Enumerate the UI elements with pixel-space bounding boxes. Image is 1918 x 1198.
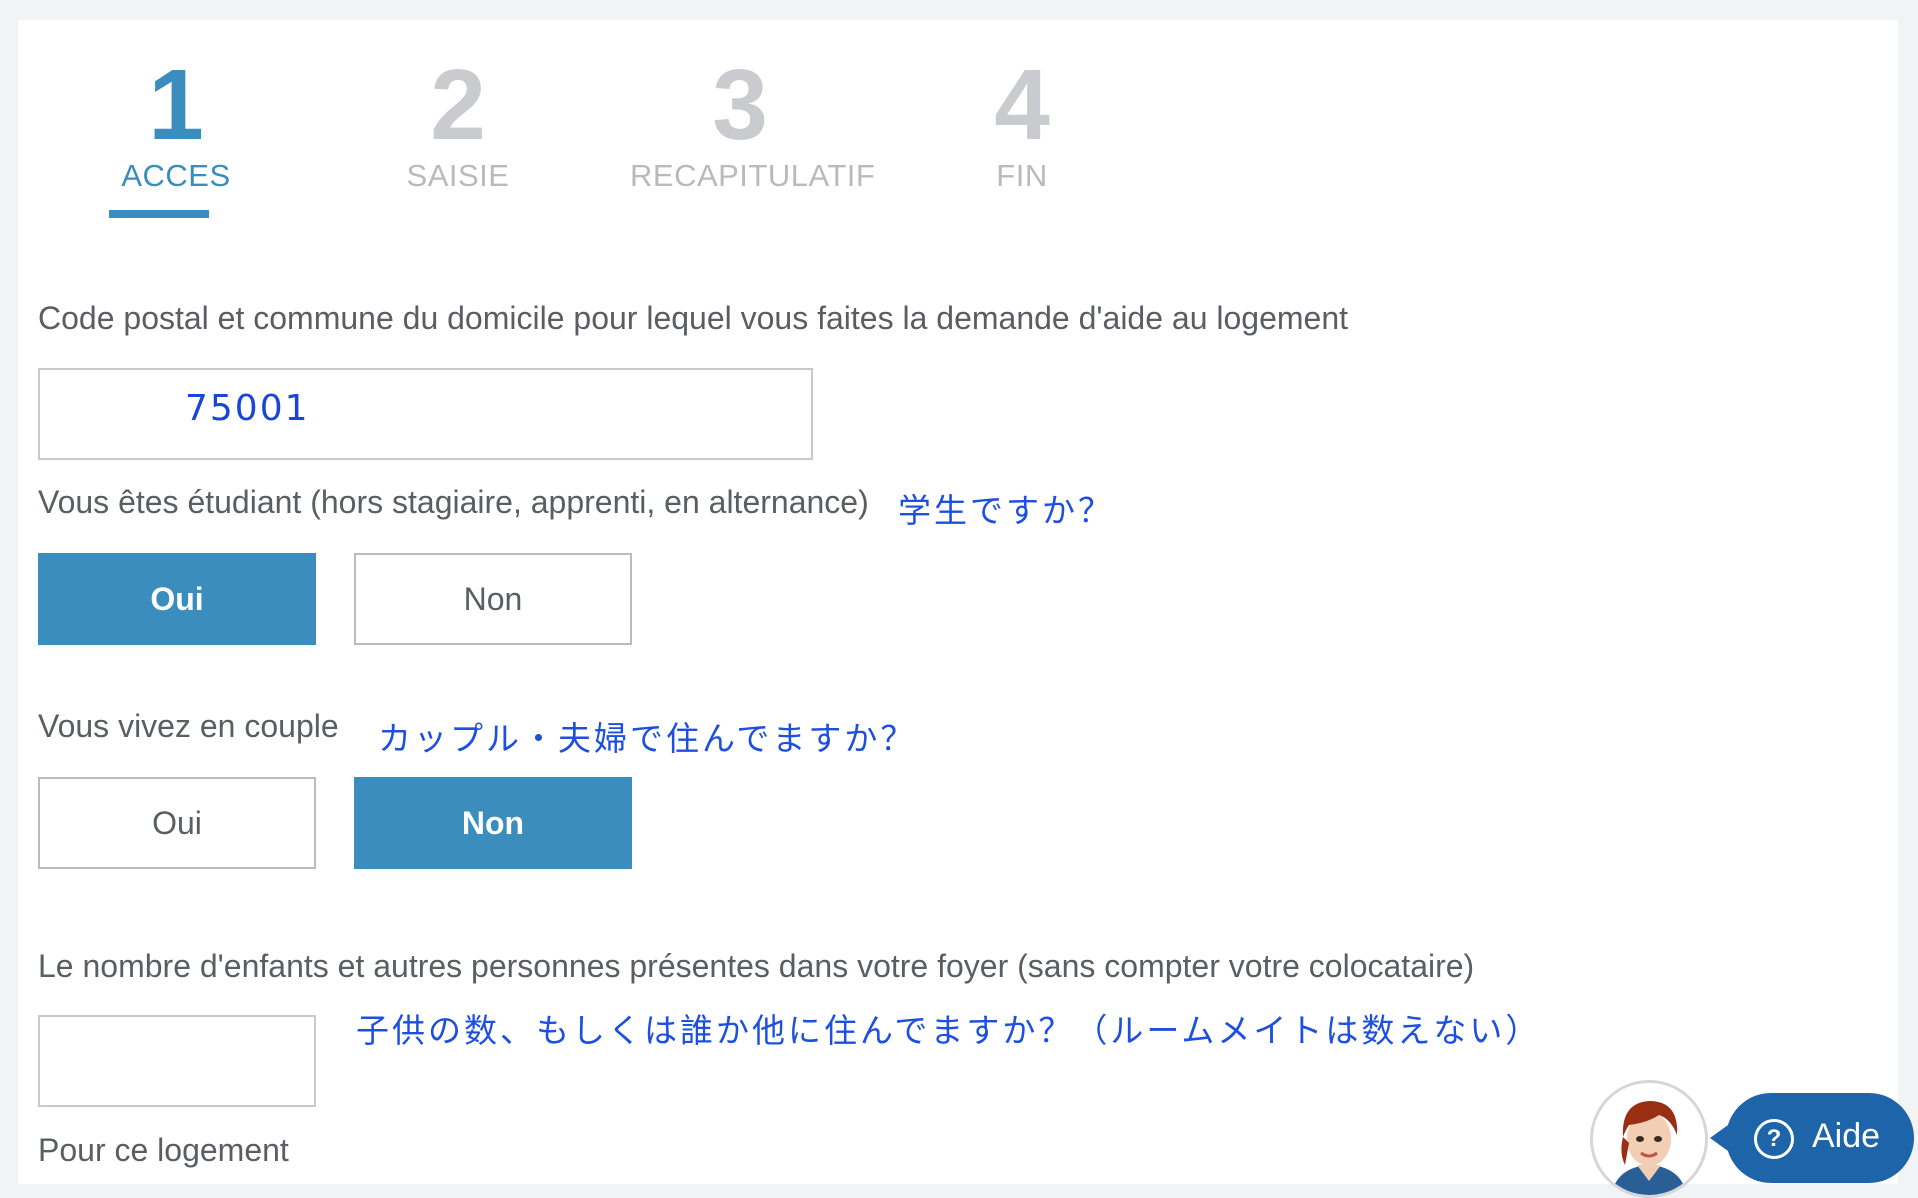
step-saisie[interactable]: 2 SAISIE bbox=[348, 50, 568, 194]
couple-question-label: Vous vivez en couple bbox=[38, 708, 339, 744]
postal-code-label: Code postal et commune du domicile pour … bbox=[38, 300, 1349, 336]
help-bubble-tail bbox=[1710, 1125, 1728, 1151]
step-number: 4 bbox=[994, 49, 1050, 161]
couple-annotation: カップル・夫婦で住んでますか？ bbox=[378, 719, 917, 758]
couple-no-button[interactable]: Non bbox=[354, 777, 632, 869]
help-button-label: Aide bbox=[1812, 1117, 1881, 1155]
step-label: SAISIE bbox=[406, 158, 510, 193]
couple-yes-button[interactable]: Oui bbox=[38, 777, 316, 869]
student-yes-button[interactable]: Oui bbox=[38, 553, 316, 645]
household-question-label: Le nombre d'enfants et autres personnes … bbox=[38, 948, 1475, 984]
student-question-label: Vous êtes étudiant (hors stagiaire, appr… bbox=[38, 484, 869, 520]
student-no-button[interactable]: Non bbox=[354, 553, 632, 645]
step-number: 3 bbox=[712, 49, 768, 161]
help-button[interactable]: ? Aide bbox=[1710, 1093, 1914, 1183]
step-label: RECAPITULATIF bbox=[630, 158, 876, 193]
step-number: 1 bbox=[148, 49, 204, 161]
step-label: FIN bbox=[996, 158, 1048, 193]
step-number: 2 bbox=[430, 49, 486, 161]
step-recapitulatif[interactable]: 3 RECAPITULATIF bbox=[630, 49, 876, 194]
assistant-avatar[interactable] bbox=[1590, 1080, 1708, 1198]
student-annotation: 学生ですか？ bbox=[898, 491, 1114, 530]
form-card: 1 ACCES 2 SAISIE 3 RECAPITULATIF 4 FIN C… bbox=[18, 20, 1898, 1184]
household-annotation: 子供の数、もしくは誰か他に住んでますか？（ルームメイトは数えない） bbox=[356, 1011, 1542, 1050]
step-fin[interactable]: 4 FIN bbox=[912, 50, 1132, 194]
postal-code-input[interactable]: 75001 bbox=[38, 368, 813, 460]
postal-code-value: 75001 bbox=[185, 388, 310, 429]
housing-question-label: Pour ce logement bbox=[38, 1132, 289, 1168]
assistant-portrait-icon bbox=[1593, 1083, 1705, 1195]
active-step-indicator bbox=[109, 210, 209, 218]
step-acces[interactable]: 1 ACCES bbox=[66, 50, 286, 194]
household-count-input[interactable] bbox=[38, 1015, 316, 1107]
step-label: ACCES bbox=[121, 158, 231, 193]
question-circle-icon: ? bbox=[1754, 1119, 1794, 1159]
